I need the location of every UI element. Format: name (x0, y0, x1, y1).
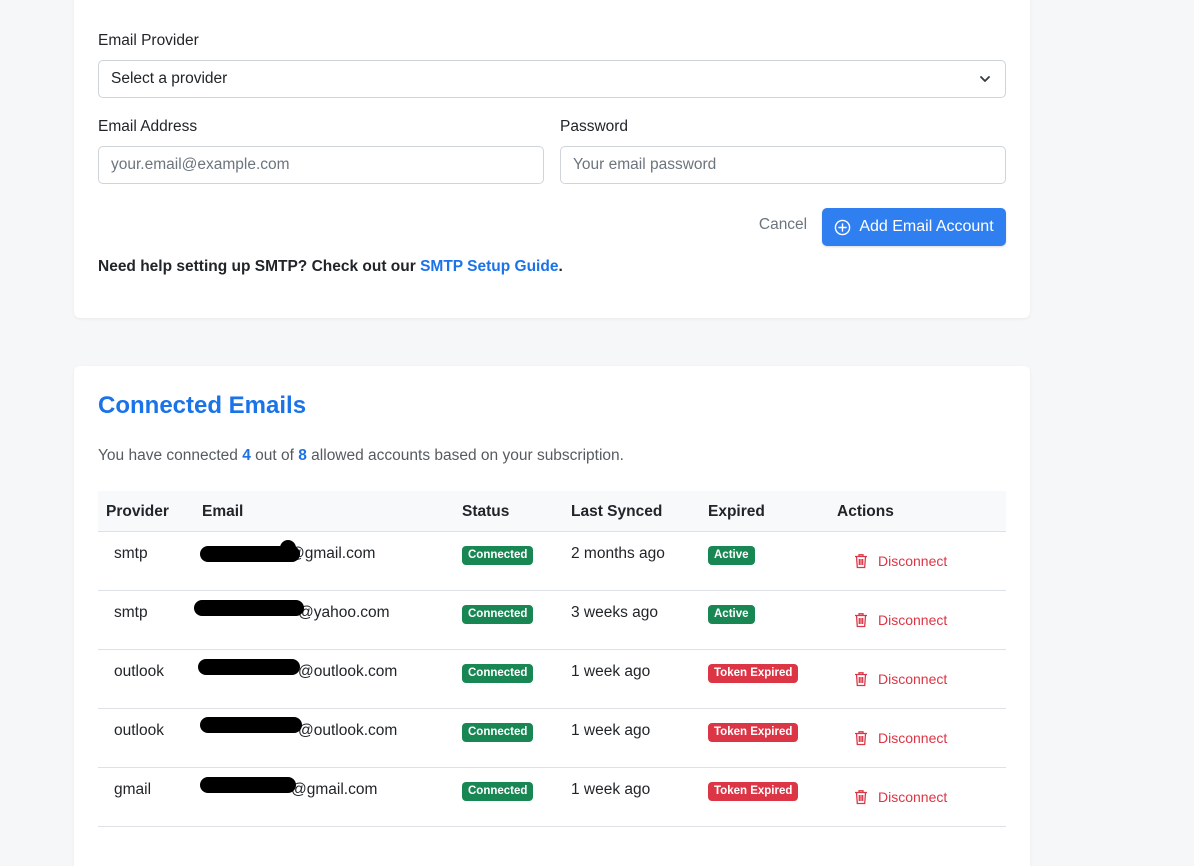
status-badge: Connected (462, 545, 534, 565)
status-badge: Connected (462, 722, 534, 742)
email-field[interactable] (98, 146, 544, 184)
disconnect-button[interactable]: Disconnect (854, 553, 947, 569)
last-synced-cell: 1 week ago (571, 722, 651, 739)
last-synced-cell: 3 weeks ago (571, 604, 659, 621)
add-email-account-button[interactable]: Add Email Account (822, 208, 1006, 246)
table-row: outlook @outlook.com Connected 1 week ag… (98, 709, 1006, 768)
disconnect-button[interactable]: Disconnect (854, 612, 947, 628)
status-badge: Connected (462, 663, 534, 683)
column-header-status: Status (462, 503, 510, 520)
column-header-last-synced: Last Synced (571, 503, 663, 520)
status-badge: Connected (462, 781, 534, 801)
provider-cell: outlook (114, 663, 164, 680)
add-email-account-label: Add Email Account (859, 218, 994, 235)
connected-emails-card: Connected Emails You have connected 4 ou… (74, 366, 1030, 866)
disconnect-label: Disconnect (878, 789, 948, 805)
password-label: Password (560, 118, 629, 135)
table-row: outlook @outlook.com Connected 1 week ag… (98, 650, 1006, 709)
expired-badge: Token Expired (708, 663, 799, 683)
disconnect-label: Disconnect (878, 730, 948, 746)
expired-badge: Token Expired (708, 781, 799, 801)
last-synced-cell: 2 months ago (571, 545, 665, 562)
redaction-mark (200, 777, 296, 793)
column-header-email: Email (202, 503, 244, 520)
plus-circle-icon (835, 219, 851, 235)
email-cell: @outlook.com (298, 722, 398, 739)
provider-cell: gmail (114, 781, 152, 798)
redaction-mark (198, 659, 300, 675)
trash-icon (855, 790, 867, 805)
last-synced-cell: 1 week ago (571, 781, 651, 798)
email-cell: @outlook.com (298, 663, 398, 680)
disconnect-button[interactable]: Disconnect (854, 789, 947, 805)
add-email-form-card: g Email Provider Select a provider Email… (74, 0, 1030, 318)
disconnect-label: Disconnect (878, 612, 948, 628)
provider-cell: smtp (114, 604, 148, 621)
status-badge: Connected (462, 604, 534, 624)
column-header-expired: Expired (708, 503, 765, 520)
provider-cell: outlook (114, 722, 164, 739)
disconnect-label: Disconnect (878, 553, 948, 569)
disconnect-button[interactable]: Disconnect (854, 730, 947, 746)
trash-icon (855, 554, 867, 569)
redaction-mark (200, 717, 302, 733)
trash-icon (855, 731, 867, 746)
connected-emails-table: Provider Email Status Last Synced Expire… (98, 491, 1006, 827)
email-label: Email Address (98, 118, 198, 135)
column-header-provider: Provider (106, 503, 169, 520)
provider-select[interactable]: Select a provider (98, 60, 1006, 98)
table-row: gmail @gmail.com Connected 1 week ago To… (98, 768, 1006, 827)
redaction-mark (280, 540, 296, 558)
cancel-button[interactable]: Cancel (750, 206, 816, 244)
trash-icon (855, 613, 867, 628)
password-field[interactable] (560, 146, 1006, 184)
subscription-quota-text: You have connected 4 out of 8 allowed ac… (98, 447, 624, 464)
connected-count: 4 (242, 447, 251, 464)
expired-badge: Active (708, 604, 755, 624)
table-header: Provider Email Status Last Synced Expire… (98, 491, 1006, 532)
section-title: Connected Emails (98, 392, 307, 419)
provider-cell: smtp (114, 545, 148, 562)
disconnect-label: Disconnect (878, 671, 948, 687)
provider-select-value: Select a provider (111, 70, 228, 87)
expired-badge: Token Expired (708, 722, 799, 742)
email-cell: @gmail.com (289, 545, 376, 562)
smtp-setup-guide-link[interactable]: SMTP Setup Guide (420, 258, 558, 275)
table-row: smtp @gmail.com Connected 2 months ago A… (98, 532, 1006, 591)
chevron-down-icon (980, 76, 990, 82)
allowed-count: 8 (298, 447, 307, 464)
provider-label: Email Provider (98, 32, 199, 49)
expired-badge: Active (708, 545, 755, 565)
smtp-help-text: Need help setting up SMTP? Check out our… (98, 258, 563, 275)
disconnect-button[interactable]: Disconnect (854, 671, 947, 687)
email-cell: @yahoo.com (298, 604, 390, 621)
email-cell: @gmail.com (291, 781, 378, 798)
last-synced-cell: 1 week ago (571, 663, 651, 680)
table-row: smtp @yahoo.com Connected 3 weeks ago Ac… (98, 591, 1006, 650)
redaction-mark (194, 600, 304, 616)
trash-icon (855, 672, 867, 687)
column-header-actions: Actions (837, 503, 894, 520)
